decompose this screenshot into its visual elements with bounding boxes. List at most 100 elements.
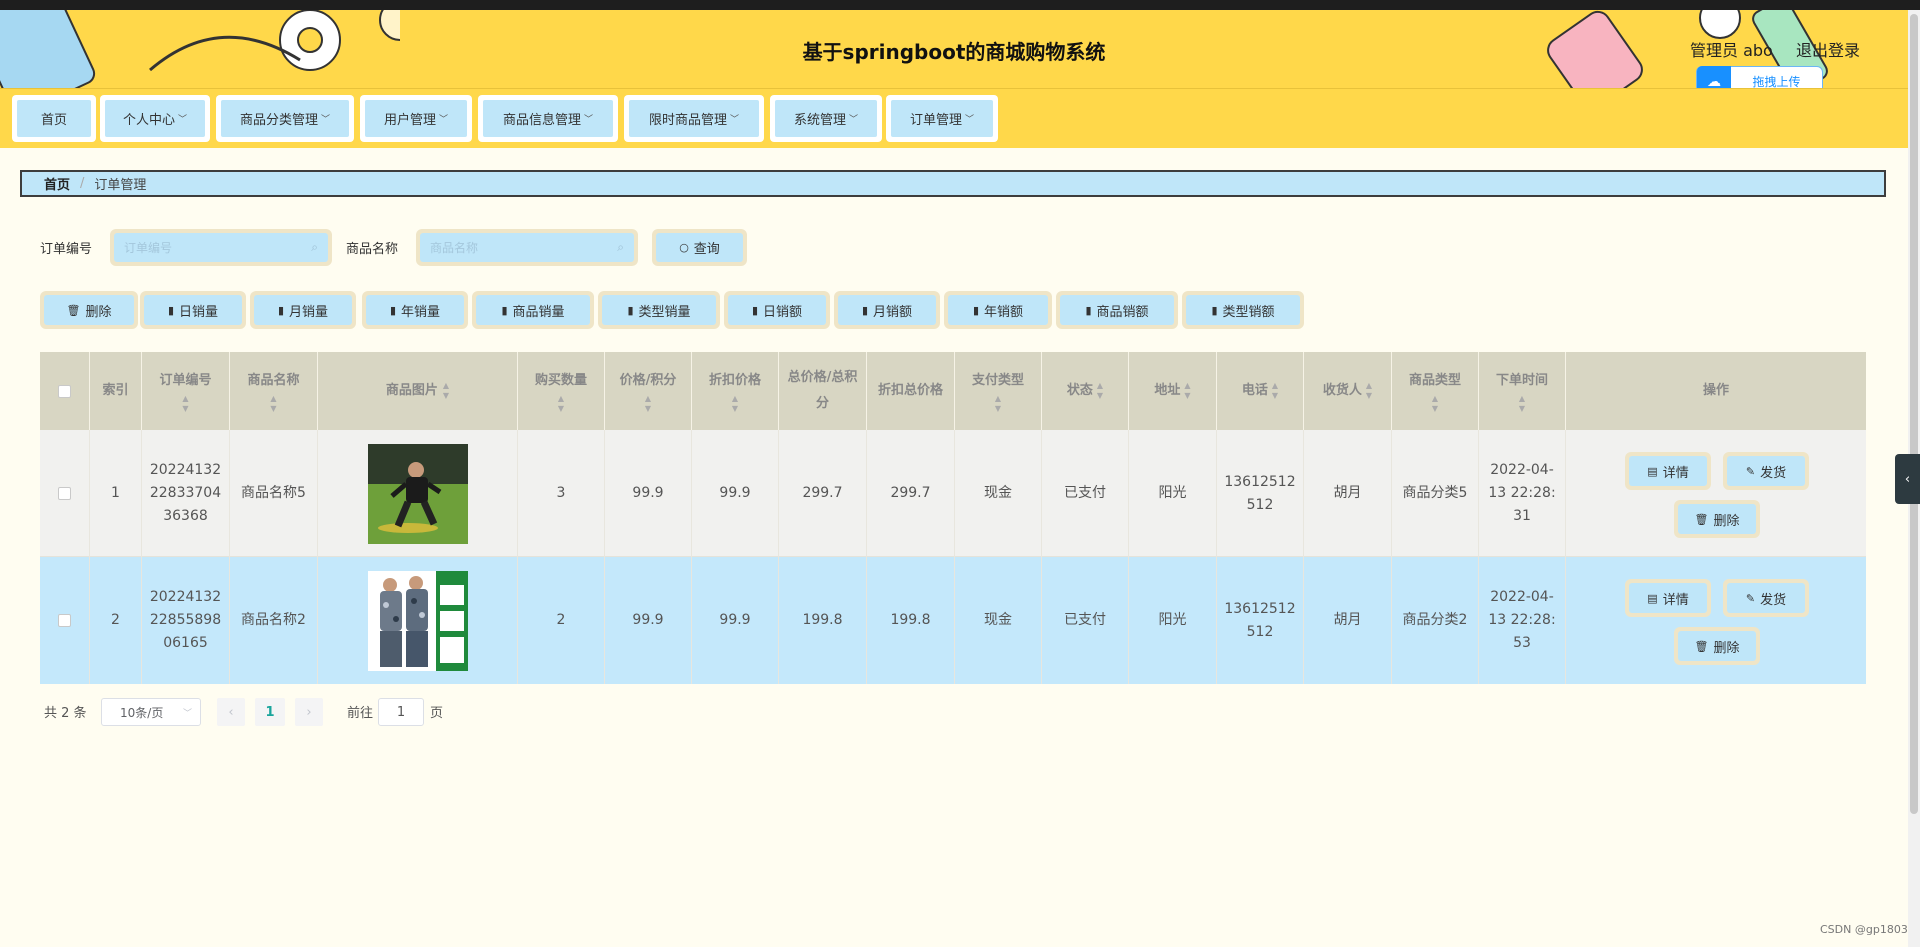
nav-item-user-management[interactable]: 用户管理 ﹀ [360, 95, 472, 142]
sort-icon[interactable]: ▲ ▼ [1272, 381, 1278, 401]
column-header[interactable]: 总价格/总积分 [779, 352, 867, 430]
sort-icon[interactable]: ▲ ▼ [1519, 394, 1525, 414]
monthly-sales-amount-button[interactable]: ▮ 月销额 [834, 291, 940, 329]
trash-icon: 🗑 [1694, 512, 1709, 526]
column-header[interactable]: 下单时间 ▲ ▼ [1479, 352, 1566, 430]
chevron-left-icon: ‹ [1904, 471, 1911, 487]
row-delete-button[interactable]: 🗑 删除 [1674, 627, 1760, 665]
receiver-cell: 胡月 [1304, 430, 1392, 557]
sort-icon[interactable]: ▲ ▼ [443, 381, 449, 401]
upload-widget[interactable]: ☁ 拖拽上传 [1696, 66, 1823, 88]
monthly-sales-volume-button[interactable]: ▮ 月销量 [250, 291, 356, 329]
row-checkbox[interactable] [58, 614, 71, 627]
column-header[interactable]: 商品名称 ▲ ▼ [230, 352, 318, 430]
sort-icon[interactable]: ▲ ▼ [1097, 381, 1103, 401]
column-header[interactable]: 购买数量 ▲ ▼ [518, 352, 605, 430]
page-size-select[interactable]: 10条/页 ﹀ [101, 698, 201, 726]
chevron-down-icon: ﹀ [321, 115, 331, 125]
prev-page-button[interactable]: ‹ [217, 698, 245, 726]
column-header[interactable]: 电话 ▲ ▼ [1217, 352, 1304, 430]
category-sales-volume-button[interactable]: ▮ 类型销量 [598, 291, 720, 329]
edit-icon: ✎ [1745, 464, 1756, 478]
nav-item-system-management[interactable]: 系统管理 ﹀ [770, 95, 882, 142]
breadcrumb-home[interactable]: 首页 [44, 174, 70, 193]
nav-item-flash-sale-management[interactable]: 限时商品管理 ﹀ [624, 95, 764, 142]
yearly-sales-amount-button[interactable]: ▮ 年销额 [944, 291, 1052, 329]
quantity-cell: 2 [518, 557, 605, 684]
side-panel-toggle[interactable]: ‹ [1895, 454, 1920, 504]
yearly-sales-volume-button[interactable]: ▮ 年销量 [362, 291, 468, 329]
page-number-current[interactable]: 1 [255, 698, 285, 726]
category-sales-amount-button[interactable]: ▮ 类型销额 [1182, 291, 1304, 329]
current-user: 管理员 abo [1690, 41, 1773, 60]
column-header[interactable]: 订单编号 ▲ ▼ [142, 352, 230, 430]
quantity-cell: 3 [518, 430, 605, 557]
product-image[interactable] [367, 570, 468, 671]
price-cell: 99.9 [605, 430, 692, 557]
row-delete-button[interactable]: 🗑 删除 [1674, 500, 1760, 538]
goto-label: 前往 [347, 706, 374, 721]
detail-button[interactable]: ▤ 详情 [1625, 579, 1711, 617]
column-header[interactable]: 状态 ▲ ▼ [1042, 352, 1129, 430]
nav-item-category-management[interactable]: 商品分类管理 ﹀ [216, 95, 354, 142]
query-button[interactable]: ○ 查询 [652, 229, 747, 266]
query-label: 查询 [693, 242, 720, 257]
breadcrumb: 首页 / 订单管理 [20, 170, 1886, 197]
order-no-line: 22833704 [149, 485, 222, 501]
product-name-input[interactable] [430, 240, 618, 255]
delete-button[interactable]: 🗑 删除 [40, 291, 138, 329]
nav-item-order-management[interactable]: 订单管理 ﹀ [886, 95, 998, 142]
column-header[interactable]: 支付类型 ▲ ▼ [955, 352, 1042, 430]
bar-chart-icon: ▮ [1085, 303, 1092, 317]
column-header: 索引 [90, 352, 142, 430]
nav-item-label: 首页 [40, 113, 67, 128]
column-header[interactable]: 折扣价格 ▲ ▼ [692, 352, 779, 430]
nav-item-product-management[interactable]: 商品信息管理 ﹀ [478, 95, 618, 142]
product-image[interactable] [367, 443, 468, 544]
select-all-checkbox[interactable] [58, 384, 71, 398]
daily-sales-amount-button[interactable]: ▮ 日销额 [724, 291, 830, 329]
trash-icon: 🗑 [66, 303, 81, 317]
detail-button[interactable]: ▤ 详情 [1625, 452, 1711, 490]
product-sales-amount-button[interactable]: ▮ 商品销额 [1056, 291, 1178, 329]
pagination-total: 共 2 条 [44, 706, 87, 721]
logout-link[interactable]: 退出登录 [1796, 37, 1860, 61]
browser-top-bar [0, 0, 1920, 10]
column-header[interactable]: 折扣总价格 [867, 352, 955, 430]
column-header[interactable]: 收货人 ▲ ▼ [1304, 352, 1392, 430]
sort-icon[interactable]: ▲ ▼ [270, 394, 276, 414]
sort-icon[interactable]: ▲ ▼ [182, 394, 188, 414]
ship-button[interactable]: ✎ 发货 [1723, 579, 1809, 617]
category-cell: 商品分类5 [1392, 430, 1479, 557]
sort-icon[interactable]: ▲ ▼ [1184, 381, 1190, 401]
button-label: 类型销量 [638, 304, 691, 320]
button-label: 发货 [1760, 592, 1787, 608]
ship-button[interactable]: ✎ 发货 [1723, 452, 1809, 490]
bar-chart-icon: ▮ [167, 303, 175, 317]
daily-sales-volume-button[interactable]: ▮ 日销量 [140, 291, 246, 329]
time-line: 2022-04- [1490, 462, 1554, 478]
total-cell: 299.7 [779, 430, 867, 557]
scrollbar-thumb[interactable] [1910, 14, 1918, 814]
column-header[interactable]: 地址 ▲ ▼ [1129, 352, 1217, 430]
goto-page-input[interactable]: 1 [378, 698, 424, 726]
sort-icon[interactable]: ▲ ▼ [558, 394, 564, 414]
pay-type-cell: 现金 [955, 430, 1042, 557]
order-no-search: ⌕ [110, 229, 332, 266]
sort-icon[interactable]: ▲ ▼ [732, 394, 738, 414]
chevron-left-icon: ‹ [228, 704, 234, 720]
nav-item-personal-center[interactable]: 个人中心 ﹀ [100, 95, 210, 142]
row-checkbox[interactable] [58, 487, 71, 500]
next-page-button[interactable]: › [295, 698, 323, 726]
column-header[interactable]: 价格/积分 ▲ ▼ [605, 352, 692, 430]
sort-icon[interactable]: ▲ ▼ [645, 394, 651, 414]
product-sales-volume-button[interactable]: ▮ 商品销量 [472, 291, 594, 329]
nav-item-home[interactable]: 首页 [12, 95, 96, 142]
sort-icon[interactable]: ▲ ▼ [1366, 381, 1372, 401]
sort-icon[interactable]: ▲ ▼ [995, 394, 1001, 414]
sort-icon[interactable]: ▲ ▼ [1432, 394, 1438, 414]
order-no-input[interactable] [124, 240, 312, 255]
chevron-right-icon: › [306, 704, 312, 720]
column-header[interactable]: 商品图片 ▲ ▼ [318, 352, 518, 430]
column-header[interactable]: 商品类型 ▲ ▼ [1392, 352, 1479, 430]
